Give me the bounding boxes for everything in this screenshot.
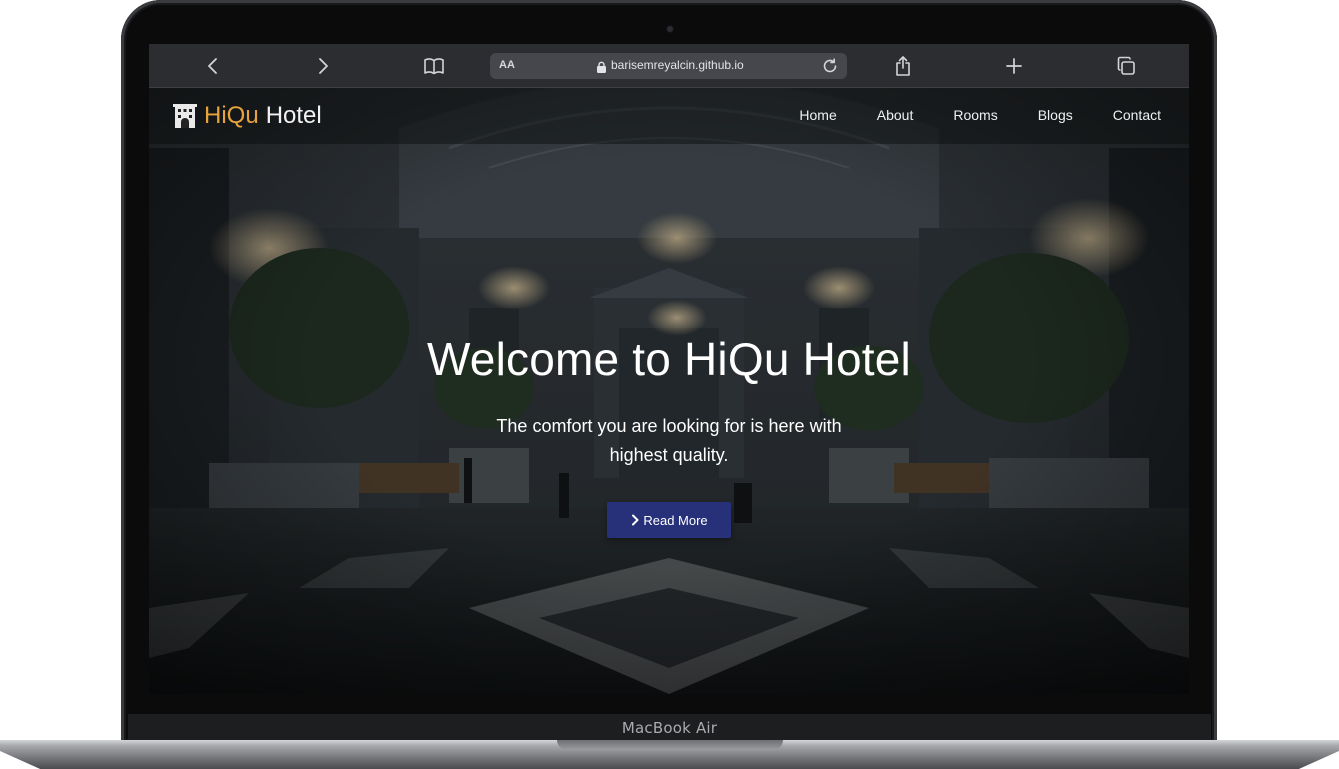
laptop-screen: AA barisemreyalcin.github.io HiQu Hotel … xyxy=(149,44,1189,694)
laptop-chin: MacBook Air xyxy=(128,714,1211,742)
share-icon[interactable] xyxy=(892,55,914,77)
read-more-label: Read More xyxy=(643,512,708,528)
lock-icon xyxy=(596,60,607,73)
hotel-website: HiQu Hotel Home About Rooms Blogs Contac… xyxy=(149,88,1189,694)
text-size-button[interactable]: AA xyxy=(499,59,515,71)
nav-rooms[interactable]: Rooms xyxy=(953,107,997,123)
tabs-icon[interactable] xyxy=(1115,55,1137,77)
url-text: barisemreyalcin.github.io xyxy=(611,58,744,72)
nav-blogs[interactable]: Blogs xyxy=(1038,107,1073,123)
nav-about[interactable]: About xyxy=(877,107,914,123)
book-icon[interactable] xyxy=(423,55,445,77)
hero-title: Welcome to HiQu Hotel xyxy=(427,333,911,385)
reload-icon[interactable] xyxy=(821,57,839,75)
hotel-lobby-background xyxy=(149,88,1189,694)
plus-icon[interactable] xyxy=(1003,55,1025,77)
chevron-left-icon[interactable] xyxy=(202,55,224,77)
address-bar[interactable]: AA barisemreyalcin.github.io xyxy=(490,53,847,79)
browser-toolbar: AA barisemreyalcin.github.io xyxy=(149,44,1189,88)
brand-name-rest: Hotel xyxy=(265,102,322,129)
laptop-mockup: AA barisemreyalcin.github.io HiQu Hotel … xyxy=(0,0,1339,769)
hotel-building-icon xyxy=(173,103,197,129)
nav-contact[interactable]: Contact xyxy=(1113,107,1161,123)
laptop-hinge-notch xyxy=(557,740,783,750)
brand-name-accent: HiQu xyxy=(204,102,259,129)
main-nav: Home About Rooms Blogs Contact xyxy=(799,107,1161,123)
nav-home[interactable]: Home xyxy=(799,107,836,123)
site-navbar: HiQu Hotel Home About Rooms Blogs Contac… xyxy=(149,88,1189,144)
camera-icon xyxy=(667,26,673,32)
read-more-button[interactable]: Read More xyxy=(607,502,731,538)
chevron-right-icon xyxy=(630,514,640,526)
brand-logo[interactable]: HiQu Hotel xyxy=(173,102,322,130)
device-label: MacBook Air xyxy=(621,719,718,737)
chevron-right-icon[interactable] xyxy=(312,55,334,77)
hero-subtitle: The comfort you are looking for is here … xyxy=(496,416,842,465)
